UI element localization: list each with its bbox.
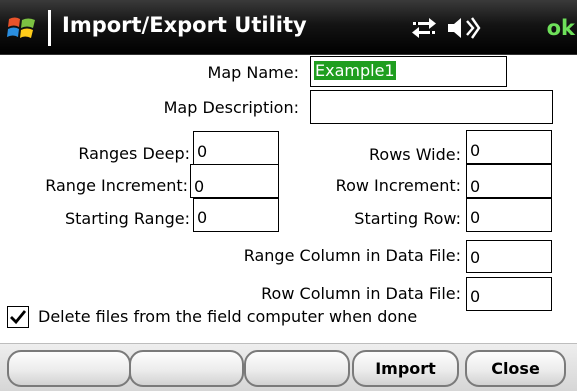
range-column-label: Range Column in Data File: (243, 246, 461, 265)
softkey-1-button[interactable] (7, 350, 131, 387)
softkey-bar: Import Close (0, 343, 577, 391)
delete-files-label: Delete files from the field computer whe… (38, 307, 418, 326)
map-name-value: Example1 (314, 61, 396, 80)
map-description-label: Map Description: (163, 98, 299, 117)
speaker-icon[interactable] (446, 15, 482, 41)
starting-range-label: Starting Range: (64, 209, 190, 228)
softkey-2-button[interactable] (129, 350, 244, 387)
range-increment-label: Range Increment: (45, 176, 188, 195)
ranges-deep-label: Ranges Deep: (78, 144, 190, 163)
map-description-field[interactable] (310, 90, 553, 124)
connectivity-arrows-icon[interactable] (410, 16, 438, 40)
window-title: Import/Export Utility (62, 13, 307, 37)
windows-flag-icon[interactable] (6, 12, 38, 44)
map-name-field[interactable]: Example1 (310, 56, 507, 87)
row-increment-field[interactable]: 0 (466, 164, 552, 198)
ok-button[interactable]: ok (535, 11, 577, 45)
delete-files-checkbox[interactable] (7, 306, 29, 328)
rows-wide-field[interactable]: 0 (466, 130, 552, 164)
title-bar: Import/Export Utility ok (0, 0, 577, 55)
title-separator (48, 10, 51, 46)
ranges-deep-field[interactable]: 0 (193, 131, 279, 165)
row-increment-label: Row Increment: (335, 176, 461, 195)
checkmark-icon (10, 310, 27, 325)
range-increment-field[interactable]: 0 (190, 164, 279, 198)
map-name-label: Map Name: (207, 63, 299, 82)
softkey-3-button[interactable] (244, 350, 350, 387)
starting-range-field[interactable]: 0 (193, 198, 279, 232)
row-column-label: Row Column in Data File: (261, 284, 461, 303)
rows-wide-label: Rows Wide: (369, 145, 461, 164)
close-button[interactable]: Close (465, 350, 566, 387)
range-column-field[interactable]: 0 (466, 240, 552, 273)
row-column-field[interactable]: 0 (466, 277, 552, 311)
starting-row-field[interactable]: 0 (466, 198, 552, 232)
starting-row-label: Starting Row: (354, 209, 461, 228)
import-button[interactable]: Import (352, 350, 459, 387)
